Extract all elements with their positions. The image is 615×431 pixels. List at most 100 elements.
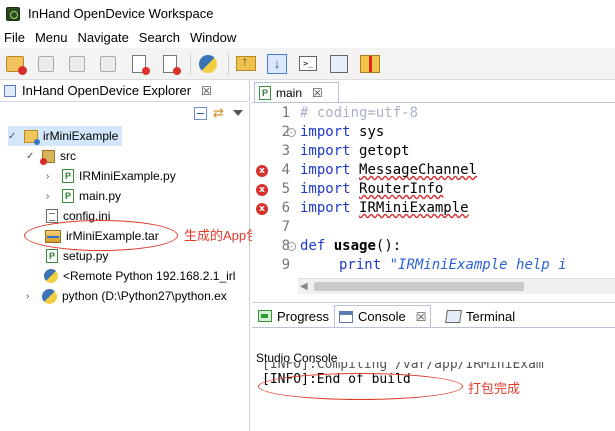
explorer-tab[interactable]: InHand OpenDevice Explorer ☒ bbox=[0, 80, 248, 102]
menu-search[interactable]: Search bbox=[135, 30, 186, 45]
new-project-button[interactable] bbox=[4, 53, 27, 75]
fold-collapse-icon[interactable]: - bbox=[287, 128, 296, 137]
close-icon[interactable]: ☒ bbox=[201, 84, 212, 98]
network-icon bbox=[330, 54, 348, 73]
chevron-down-icon[interactable]: ✓ bbox=[8, 131, 18, 142]
config-file-icon bbox=[46, 209, 58, 223]
build-button[interactable] bbox=[159, 53, 181, 75]
python-file-icon: P bbox=[46, 249, 58, 263]
menu-menu[interactable]: Menu bbox=[31, 30, 74, 45]
tree-label: setup.py bbox=[63, 249, 109, 263]
tree-label: IRMiniExample.py bbox=[79, 169, 176, 183]
menu-file[interactable]: File bbox=[0, 30, 31, 45]
project-icon bbox=[24, 129, 40, 145]
tab-progress[interactable]: Progress bbox=[254, 305, 333, 327]
tree-item-python-interpreter[interactable]: › python (D:\Python27\python.ex bbox=[26, 286, 227, 306]
keyword: print bbox=[339, 257, 382, 273]
window-title: InHand OpenDevice Workspace bbox=[28, 6, 214, 21]
code-comment: # coding=utf-8 bbox=[300, 105, 419, 121]
tab-label: Progress bbox=[277, 308, 330, 324]
line-number: 6 bbox=[281, 200, 290, 216]
chevron-right-icon[interactable]: › bbox=[26, 291, 36, 302]
tree-item-setup-py[interactable]: P setup.py bbox=[46, 246, 108, 266]
python-file-icon: P bbox=[259, 85, 271, 100]
terminal-icon: >_ bbox=[299, 56, 317, 71]
keyword: def bbox=[300, 238, 326, 254]
collapse-all-icon[interactable] bbox=[194, 106, 207, 120]
app-logo-icon bbox=[6, 6, 20, 21]
tree-item-project[interactable]: ✓ irMiniExample bbox=[8, 126, 123, 146]
tree-item-irminiexample-py[interactable]: › P IRMiniExample.py bbox=[46, 166, 176, 186]
line-number: 3 bbox=[281, 143, 290, 159]
error-icon[interactable]: x bbox=[256, 165, 268, 177]
code-editor[interactable]: P main ☒ 1 # coding=utf-8 2 - import sys… bbox=[252, 80, 615, 297]
tree-item-src[interactable]: ✓ src bbox=[26, 146, 76, 166]
line-number: 7 bbox=[281, 219, 290, 235]
tab-label: Terminal bbox=[466, 308, 516, 324]
toolbar-separator bbox=[228, 52, 229, 75]
folder-upload-icon bbox=[236, 54, 256, 71]
view-menu-icon[interactable] bbox=[233, 110, 243, 116]
save-button[interactable] bbox=[35, 53, 57, 75]
fold-collapse-icon[interactable]: - bbox=[287, 242, 296, 251]
editor-tab-main[interactable]: P main ☒ bbox=[254, 82, 339, 102]
download-button[interactable]: ↓ bbox=[266, 53, 288, 75]
code-line: 9 print "IRMiniExample help i bbox=[252, 257, 615, 276]
chevron-right-icon[interactable]: › bbox=[46, 191, 56, 202]
keyword: import bbox=[300, 124, 351, 140]
tab-console[interactable]: Console ☒ bbox=[334, 305, 432, 327]
tab-terminal[interactable]: Terminal bbox=[442, 305, 519, 327]
menu-window[interactable]: Window bbox=[186, 30, 242, 45]
copy-icon bbox=[100, 55, 116, 72]
code-area[interactable]: 1 # coding=utf-8 2 - import sys 3 import… bbox=[252, 104, 615, 276]
link-with-editor-icon[interactable]: ⇄ bbox=[213, 106, 227, 120]
tree-item-remote-python[interactable]: <Remote Python 192.168.2.1_irl bbox=[44, 266, 235, 286]
code-punct: (): bbox=[375, 238, 402, 254]
keyword: import bbox=[300, 200, 351, 216]
scroll-left-icon[interactable]: ◀ bbox=[300, 281, 308, 292]
error-icon[interactable]: x bbox=[256, 203, 268, 215]
explorer-icon bbox=[4, 84, 16, 97]
line-number: 9 bbox=[281, 257, 290, 273]
save-all-button[interactable] bbox=[66, 53, 88, 75]
network-button[interactable] bbox=[328, 53, 350, 75]
keyword: import bbox=[300, 143, 351, 159]
menu-navigate[interactable]: Navigate bbox=[73, 30, 134, 45]
tree-label: main.py bbox=[79, 189, 122, 203]
chevron-right-icon[interactable]: › bbox=[46, 171, 56, 182]
new-file-button[interactable] bbox=[128, 53, 150, 75]
package-folder-icon bbox=[40, 149, 55, 165]
chevron-down-icon[interactable]: ✓ bbox=[26, 151, 36, 162]
console-panel: Progress Console ☒ Terminal Studio Conso… bbox=[252, 302, 615, 431]
close-icon[interactable]: ☒ bbox=[312, 86, 323, 100]
error-icon[interactable]: x bbox=[256, 184, 268, 196]
function-name: usage bbox=[333, 238, 376, 254]
tree-label: src bbox=[60, 149, 76, 163]
close-icon[interactable]: ☒ bbox=[416, 310, 427, 324]
identifier: IRMiniExample bbox=[359, 200, 469, 216]
tree-label: irMiniExample bbox=[43, 129, 119, 143]
code-line: 1 # coding=utf-8 bbox=[252, 105, 615, 124]
package-button[interactable] bbox=[359, 53, 381, 75]
tree-item-tar[interactable]: irMiniExample.tar bbox=[45, 226, 159, 246]
terminal-icon bbox=[445, 309, 462, 323]
console-line: [INFO]:Compiling /var/app/IRMiniExam bbox=[262, 362, 544, 371]
python-icon bbox=[44, 269, 58, 283]
keyword: import bbox=[300, 162, 351, 178]
new-project-icon bbox=[6, 55, 27, 75]
tree-item-main-py[interactable]: › P main.py bbox=[46, 186, 121, 206]
annotation-label: 打包完成 bbox=[468, 381, 521, 396]
identifier: RouterInfo bbox=[359, 181, 444, 197]
line-number: 4 bbox=[281, 162, 290, 178]
tree-item-config-ini[interactable]: config.ini bbox=[46, 206, 110, 226]
python-file-icon: P bbox=[62, 189, 74, 203]
copy-button[interactable] bbox=[97, 53, 119, 75]
toolbar-separator bbox=[190, 52, 191, 75]
divider bbox=[252, 102, 615, 103]
terminal-button[interactable]: >_ bbox=[297, 53, 319, 75]
horizontal-scrollbar[interactable]: ◀ bbox=[298, 278, 615, 294]
upload-button[interactable] bbox=[235, 53, 257, 75]
tree-label: irMiniExample.tar bbox=[66, 229, 159, 243]
python-button[interactable] bbox=[197, 53, 219, 75]
scrollbar-thumb[interactable] bbox=[314, 282, 524, 291]
